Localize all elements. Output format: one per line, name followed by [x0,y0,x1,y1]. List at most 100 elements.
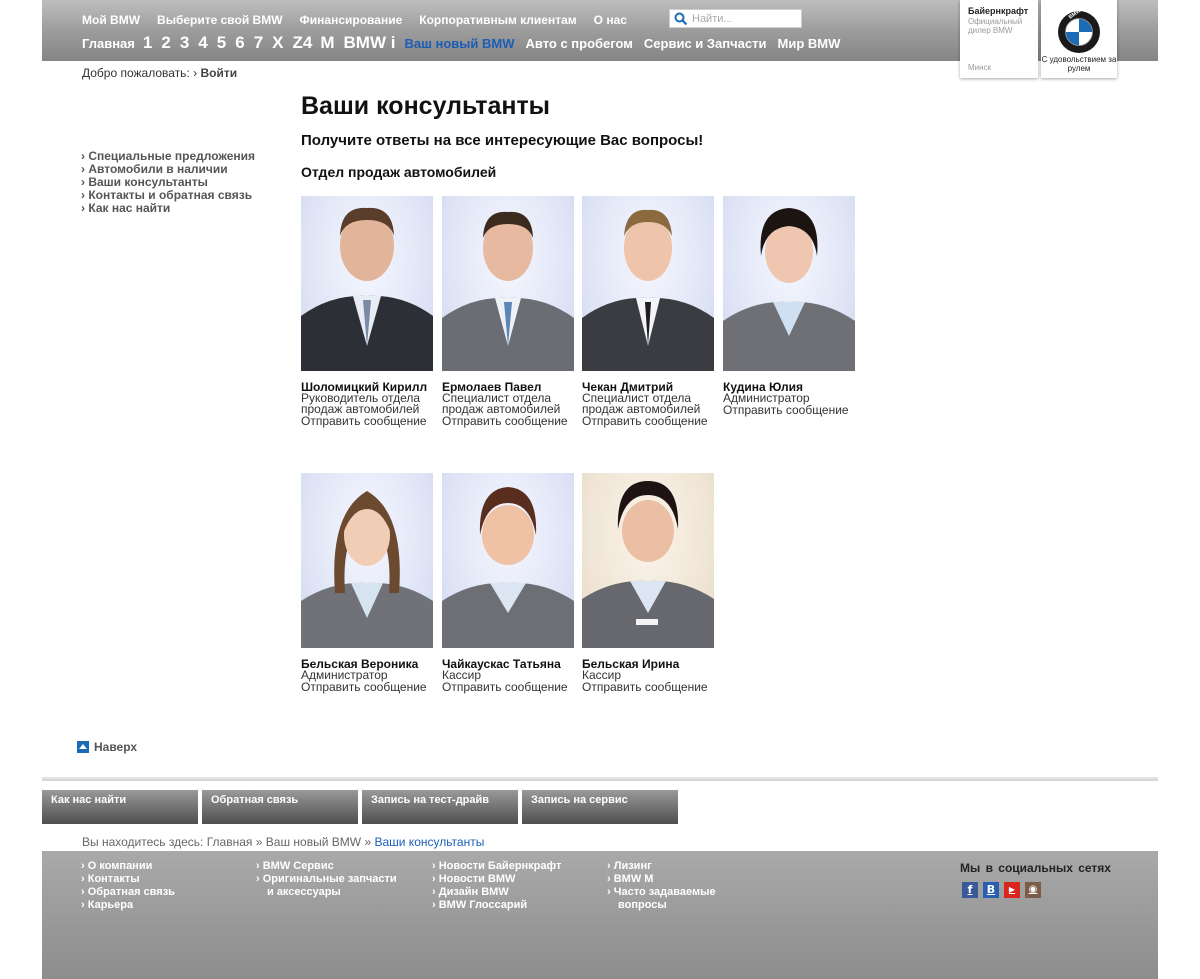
send-message-link[interactable]: Отправить сообщение [442,681,578,693]
breadcrumb-home[interactable]: Главная [207,835,253,849]
footer-link-feedback[interactable]: › Обратная связь [81,886,175,899]
send-message-link[interactable]: Отправить сообщение [582,415,718,427]
nav-series-x[interactable]: X [272,33,283,53]
staff-photo[interactable] [301,473,433,648]
social-title: Мы в социальных сетях [960,861,1111,875]
footer-link-faq-cont[interactable]: вопросы [607,899,716,912]
dealer-city: Минск [968,63,992,72]
breadcrumb-current: Ваши консультанты [374,835,485,849]
bmw-logo-icon[interactable]: BMW [1057,10,1101,54]
brand-slogan: С удовольствием за рулем [1041,55,1117,73]
footer-button-service[interactable]: Запись на сервис [522,790,678,824]
dealer-info[interactable]: Байернкрафт Официальный дилер BMW Минск [960,0,1038,78]
footer-link-original-parts[interactable]: › Оригинальные запчасти [256,873,397,886]
arrow-up-icon[interactable] [77,741,89,753]
dealer-subtitle: Официальный дилер BMW [968,17,1023,35]
staff-card: Чекан Дмитрий Специалист отдела продаж а… [582,196,718,427]
breadcrumb-separator: » [364,835,372,849]
instagram-icon[interactable]: ◉ [1025,882,1041,898]
vkontakte-icon[interactable]: B [983,882,999,898]
footer-link-bmw-design[interactable]: › Дизайн BMW [432,886,561,899]
staff-photo[interactable] [442,196,574,371]
staff-role: Специалист отдела продаж автомобилей [582,391,701,416]
nav-service-parts[interactable]: Сервис и Запчасти [644,36,767,51]
nav-series-4[interactable]: 4 [198,33,207,53]
breadcrumb-prefix: Вы находитесь здесь: [82,835,204,849]
sidebar-item-directions[interactable]: › Как нас найти [81,202,255,215]
dealer-name: Байернкрафт [968,6,1029,16]
footer-link-bmw-service[interactable]: › BMW Сервис [256,860,397,873]
nav-series-5[interactable]: 5 [217,33,226,53]
staff-photo[interactable] [582,196,714,371]
send-message-link[interactable]: Отправить сообщение [582,681,718,693]
nav-home[interactable]: Главная [82,36,135,51]
staff-card: Чайкаускас Татьяна Кассир Отправить сооб… [442,473,578,693]
footer-column-company: › О компании › Контакты › Обратная связь… [81,860,175,912]
main-nav: Главная 1 2 3 4 5 6 7 X Z4 M BMW i Ваш н… [82,33,851,55]
nav-financing[interactable]: Финансирование [300,13,403,27]
footer-link-bmw-news[interactable]: › Новости BMW [432,873,561,886]
staff-role: Руководитель отдела продаж автомобилей [301,391,421,416]
nav-series-6[interactable]: 6 [235,33,244,53]
staff-role: Специалист отдела продаж автомобилей [442,391,561,416]
nav-series-7[interactable]: 7 [254,33,263,53]
footer-link-bmw-m[interactable]: › BMW M [607,873,716,886]
page-title: Ваши консультанты [301,92,551,120]
search-input[interactable] [692,12,797,25]
staff-photo[interactable] [582,473,714,648]
staff-card: Кудина Юлия Администратор Отправить сооб… [723,196,859,416]
footer-link-contacts[interactable]: › Контакты [81,873,175,886]
sidebar-nav: › Специальные предложения › Автомобили в… [81,150,255,215]
footer-link-dealer-news[interactable]: › Новости Байернкрафт [432,860,561,873]
welcome-text: Добро пожаловать: [82,66,190,80]
send-message-link[interactable]: Отправить сообщение [301,415,437,427]
back-to-top-link[interactable]: Наверх [94,740,137,754]
nav-choose-bmw[interactable]: Выберите свой BMW [157,13,283,27]
social-links: f B ▶ ◉ [962,882,1046,898]
staff-card: Бельская Ирина Кассир Отправить сообщени… [582,473,718,693]
login-link[interactable]: Войти [200,66,237,80]
page-subtitle: Получите ответы на все интересующие Вас … [301,132,704,149]
staff-card: Ермолаев Павел Специалист отдела продаж … [442,196,578,427]
footer-column-service: › BMW Сервис › Оригинальные запчасти и а… [256,860,397,899]
nav-series-2[interactable]: 2 [161,33,170,53]
footer-divider [42,777,1158,781]
footer-link-glossary[interactable]: › BMW Глоссарий [432,899,561,912]
footer-button-feedback[interactable]: Обратная связь [202,790,358,824]
staff-photo[interactable] [442,473,574,648]
footer-link-original-parts-cont[interactable]: и аксессуары [256,886,397,899]
nav-new-bmw[interactable]: Ваш новый BMW [404,36,514,51]
nav-series-z4[interactable]: Z4 [293,33,313,53]
nav-used-cars[interactable]: Авто с пробегом [526,36,633,51]
nav-my-bmw[interactable]: Мой BMW [82,13,140,27]
nav-series-1[interactable]: 1 [143,33,152,53]
search-icon[interactable] [674,12,688,26]
nav-series-m[interactable]: M [320,33,334,53]
nav-corporate[interactable]: Корпоративным клиентам [419,13,576,27]
footer: › О компании › Контакты › Обратная связь… [42,851,1158,979]
search-box[interactable] [669,9,802,28]
welcome-bar: Добро пожаловать: › Войти [82,66,237,80]
nav-bmw-i[interactable]: BMW i [344,33,396,53]
nav-bmw-world[interactable]: Мир BMW [778,36,841,51]
brand-box[interactable]: BMW С удовольствием за рулем [1041,0,1117,78]
back-to-top[interactable]: Наверх [77,740,137,754]
footer-link-faq[interactable]: › Часто задаваемые [607,886,716,899]
footer-button-test-drive[interactable]: Запись на тест-драйв [362,790,518,824]
breadcrumb-separator: » [255,835,263,849]
youtube-icon[interactable]: ▶ [1004,882,1020,898]
nav-about[interactable]: О нас [594,13,627,27]
nav-series-3[interactable]: 3 [180,33,189,53]
footer-button-directions[interactable]: Как нас найти [42,790,198,824]
footer-link-about[interactable]: › О компании [81,860,175,873]
staff-photo[interactable] [301,196,433,371]
staff-card: Шоломицкий Кирилл Руководитель отдела пр… [301,196,437,427]
send-message-link[interactable]: Отправить сообщение [301,681,437,693]
breadcrumb-new-bmw[interactable]: Ваш новый BMW [266,835,361,849]
send-message-link[interactable]: Отправить сообщение [442,415,578,427]
facebook-icon[interactable]: f [962,882,978,898]
footer-link-career[interactable]: › Карьера [81,899,175,912]
footer-link-leasing[interactable]: › Лизинг [607,860,716,873]
staff-photo[interactable] [723,196,855,371]
send-message-link[interactable]: Отправить сообщение [723,404,859,416]
